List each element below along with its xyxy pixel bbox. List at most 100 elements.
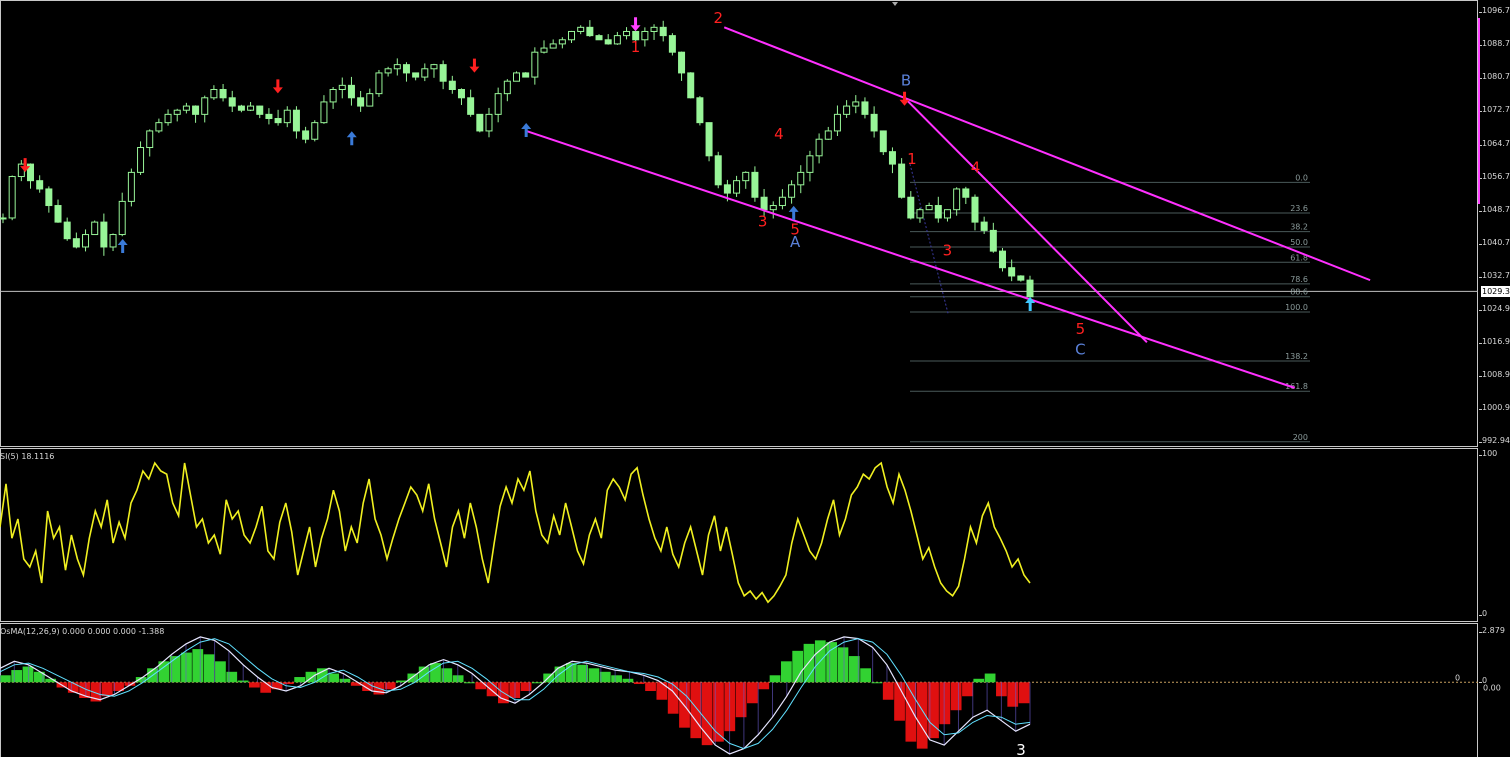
candle-body	[1026, 279, 1034, 298]
candle-body	[503, 80, 511, 95]
osma-histogram-bar	[758, 682, 770, 690]
osma-histogram-bar	[747, 682, 758, 704]
chart-canvas: 0.023.638.250.061.878.688.6100.0138.2161…	[0, 2, 1501, 757]
candle-body	[861, 101, 869, 115]
osma-histogram-bar	[713, 682, 724, 742]
candle-body	[127, 171, 135, 202]
candle-body	[824, 130, 832, 140]
candle-body	[8, 176, 16, 219]
candle-body	[797, 171, 805, 186]
candle-body	[146, 130, 154, 149]
osma-histogram-bar	[339, 678, 351, 683]
osma-histogram-bar	[599, 671, 611, 683]
wave-label: 5	[1076, 320, 1086, 338]
wave-label: 2	[714, 9, 724, 27]
rsi-series-line	[0, 461, 1031, 604]
osma-histogram-bar	[611, 675, 622, 683]
osma-histogram-bar	[769, 675, 781, 683]
candle-body	[357, 97, 365, 107]
candle-body	[714, 155, 722, 186]
candle-body	[192, 105, 200, 115]
osma-histogram-bar	[735, 682, 747, 718]
arrow-down-icon	[630, 17, 641, 32]
osma-histogram-bar	[973, 678, 985, 683]
candle-body	[256, 105, 264, 115]
candle-body	[907, 196, 915, 219]
candle-body	[494, 93, 502, 115]
fib-level-label: 50.0	[1290, 238, 1308, 247]
candle-body	[815, 138, 823, 157]
osma-histogram-bar	[645, 682, 656, 692]
candle-body	[247, 105, 255, 111]
osma-histogram-bar	[860, 668, 871, 683]
osma-histogram-bar	[294, 677, 306, 683]
osma-histogram-bar	[192, 649, 204, 683]
candle-body	[668, 35, 676, 53]
candle-body	[943, 209, 951, 219]
wave-label: C	[1075, 341, 1085, 359]
arrow-up-icon	[788, 205, 799, 220]
candle-body	[650, 26, 658, 32]
candle-body	[45, 188, 53, 207]
arrow-down-icon	[469, 58, 480, 73]
osma-histogram-bar	[588, 668, 600, 683]
fib-level-label: 100.0	[1285, 303, 1308, 312]
candle-body	[302, 130, 310, 140]
candle-body	[806, 155, 814, 173]
candle-body	[604, 39, 612, 45]
candle-body	[329, 88, 337, 103]
candle-body	[347, 84, 355, 99]
candle-body	[283, 109, 291, 124]
candle-body	[586, 26, 594, 37]
candle-body	[448, 80, 456, 90]
arrow-up-icon	[117, 238, 128, 253]
candle-body	[82, 234, 90, 248]
candle-body	[751, 171, 759, 198]
candle-body	[402, 64, 410, 74]
osma-histogram-bar	[22, 666, 34, 683]
candle-body	[54, 205, 62, 223]
candle-body	[366, 93, 374, 107]
candle-body	[292, 109, 300, 132]
candle-body	[788, 184, 796, 198]
osma-histogram-bar	[11, 670, 23, 683]
candle-body	[457, 88, 465, 99]
candle-body	[998, 250, 1006, 269]
candle-body	[1008, 267, 1016, 277]
candle-body	[962, 188, 970, 198]
candle-body	[393, 64, 401, 70]
osma-histogram-bar	[0, 675, 11, 683]
candle-body	[549, 43, 557, 49]
candle-body	[778, 196, 786, 207]
osma-histogram-bar	[690, 682, 702, 739]
candle-body	[338, 84, 346, 90]
candle-body	[742, 171, 750, 182]
osma-histogram-bar	[215, 661, 226, 683]
candle-body	[384, 68, 392, 74]
candle-body	[36, 180, 44, 190]
candle-body	[852, 101, 860, 107]
candle-body	[705, 122, 713, 157]
candle-body	[577, 26, 585, 32]
candle-body	[623, 30, 631, 37]
candle-body	[439, 64, 447, 82]
candle-body	[925, 205, 933, 211]
osma-histogram-bar	[226, 671, 238, 683]
fib-level-label: 138.2	[1285, 352, 1308, 361]
candle-body	[696, 97, 704, 124]
candle-body	[687, 72, 695, 99]
candle-body	[531, 51, 539, 78]
arrow-up-icon	[521, 122, 532, 137]
candle-body	[733, 180, 741, 194]
fib-level-label: 200	[1293, 433, 1308, 442]
candle-body	[182, 105, 190, 111]
candle-body	[210, 88, 218, 99]
candle-body	[522, 72, 530, 78]
osma-wave-label: 3	[1016, 741, 1026, 757]
candle-body	[63, 221, 71, 240]
osma-histogram-bar	[780, 661, 792, 683]
trendline	[525, 129, 1296, 389]
candle-body	[568, 30, 576, 41]
candle-body	[228, 97, 236, 107]
candle-body	[980, 221, 988, 231]
